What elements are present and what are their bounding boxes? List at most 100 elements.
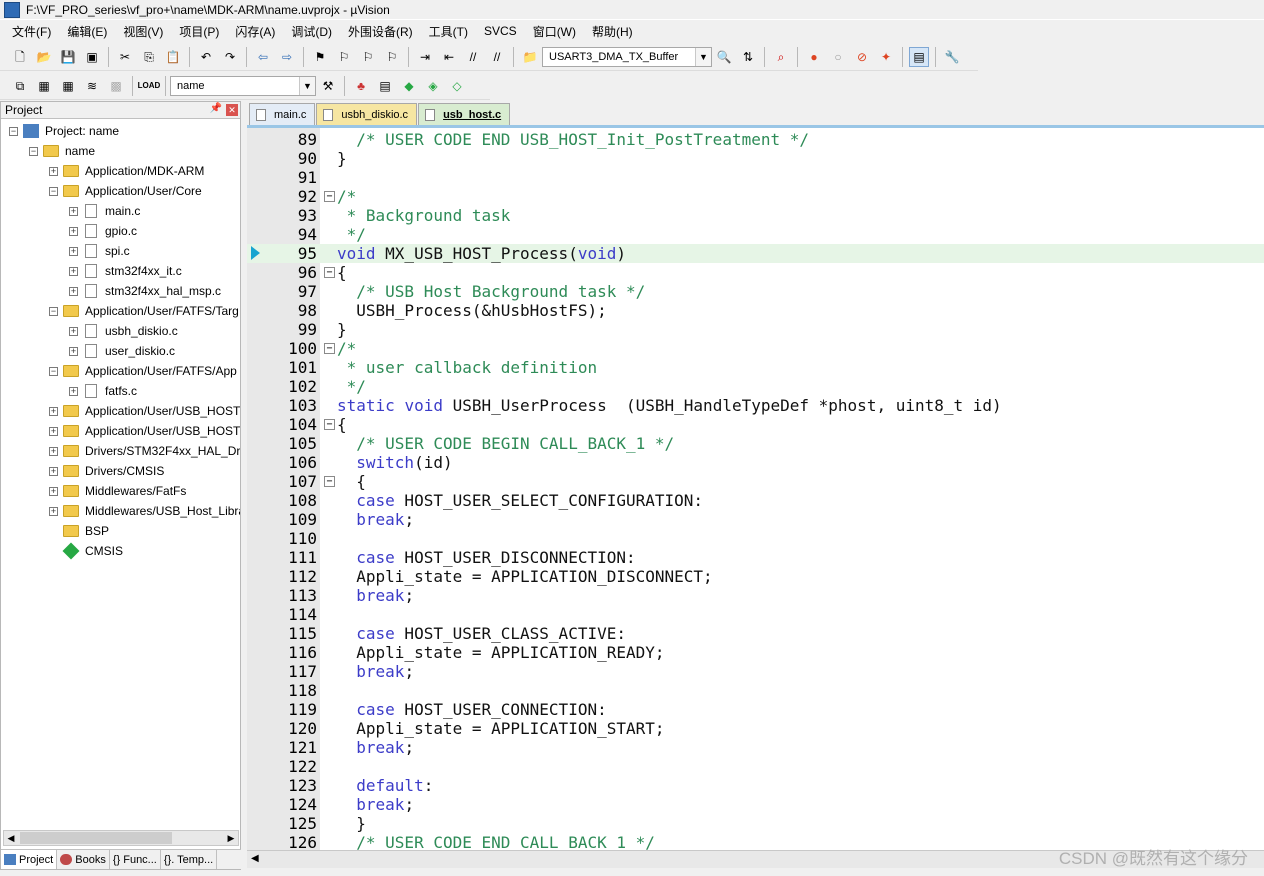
run-time-env-icon[interactable]: ◇ <box>447 76 467 96</box>
menu-file[interactable]: 文件(F) <box>4 23 59 40</box>
debug-session-icon[interactable]: ⌕ <box>771 47 791 67</box>
code-line[interactable]: 124 break; <box>247 795 1264 814</box>
breakpoint-disable-icon[interactable]: ○ <box>828 47 848 67</box>
expand-icon[interactable]: + <box>49 166 58 176</box>
fold-collapse-icon[interactable]: − <box>324 419 335 430</box>
expand-icon[interactable]: + <box>49 486 58 496</box>
code-line[interactable]: 101 * user callback definition <box>247 358 1264 377</box>
bookmark-prev-icon[interactable]: ⚐ <box>334 47 354 67</box>
cut-icon[interactable]: ✂ <box>115 47 135 67</box>
code-line[interactable]: 106 switch(id) <box>247 453 1264 472</box>
fold-collapse-icon[interactable]: − <box>324 476 335 487</box>
collapse-icon[interactable]: − <box>9 126 18 136</box>
redo-icon[interactable]: ↷ <box>220 47 240 67</box>
breakpoint-kill-all-icon[interactable]: ✦ <box>876 47 896 67</box>
tree-node[interactable]: + Application/MDK-ARM <box>49 161 204 181</box>
fold-collapse-icon[interactable]: − <box>324 267 335 278</box>
tree-node[interactable]: + gpio.c <box>69 221 137 241</box>
code-line[interactable]: 107− { <box>247 472 1264 491</box>
tree-node[interactable]: + Drivers/CMSIS <box>49 461 164 481</box>
pack-installer-icon[interactable]: ◈ <box>423 76 443 96</box>
code-line[interactable]: 90} <box>247 149 1264 168</box>
expand-icon[interactable]: + <box>49 446 58 456</box>
tree-node[interactable]: + usbh_diskio.c <box>69 321 178 341</box>
tree-node[interactable]: CMSIS <box>49 541 123 561</box>
menu-tools[interactable]: 工具(T) <box>421 23 476 40</box>
code-line[interactable]: 113 break; <box>247 586 1264 605</box>
expand-icon[interactable]: + <box>69 206 78 216</box>
code-line[interactable]: 103 static void USBH_UserProcess (USBH_Ha… <box>247 396 1264 415</box>
close-icon[interactable]: ✕ <box>226 104 238 116</box>
code-line[interactable]: 123 default: <box>247 776 1264 795</box>
stop-build-icon[interactable]: ▩ <box>106 76 126 96</box>
code-editor[interactable]: 89 /* USER CODE END USB_HOST_Init_PostTr… <box>247 125 1264 850</box>
tree-node[interactable]: + user_diskio.c <box>69 341 175 361</box>
find-in-files-icon[interactable]: 📁 <box>520 47 540 67</box>
code-line[interactable]: 97 /* USB Host Background task */ <box>247 282 1264 301</box>
incremental-find-icon[interactable]: ⇅ <box>738 47 758 67</box>
code-line[interactable]: 99} <box>247 320 1264 339</box>
code-line[interactable]: 95 void MX_USB_HOST_Process(void) <box>247 244 1264 263</box>
expand-icon[interactable]: + <box>69 326 78 336</box>
code-line[interactable]: 114 <box>247 605 1264 624</box>
batch-build-icon[interactable]: ≋ <box>82 76 102 96</box>
expand-icon[interactable]: + <box>69 246 78 256</box>
tree-node[interactable]: − Application/User/Core <box>49 181 202 201</box>
comment-icon[interactable]: // <box>463 47 483 67</box>
breakpoint-disable-all-icon[interactable]: ⊘ <box>852 47 872 67</box>
tree-node[interactable]: − Application/User/FATFS/Targ <box>49 301 239 321</box>
scroll-right-icon[interactable]: ▶ <box>224 831 238 845</box>
code-line[interactable]: 93 * Background task <box>247 206 1264 225</box>
menu-window[interactable]: 窗口(W) <box>525 23 584 40</box>
menu-project[interactable]: 项目(P) <box>171 23 227 40</box>
project-hscrollbar[interactable]: ◀ ▶ <box>3 830 239 846</box>
scroll-left-icon[interactable]: ◀ <box>4 831 18 845</box>
code-line[interactable]: 121 break; <box>247 738 1264 757</box>
code-line[interactable]: 111 case HOST_USER_DISCONNECTION: <box>247 548 1264 567</box>
tree-node[interactable]: BSP <box>49 521 109 541</box>
tree-node[interactable]: + stm32f4xx_it.c <box>69 261 182 281</box>
bookmark-toggle-icon[interactable]: ⚑ <box>310 47 330 67</box>
build-icon[interactable]: ▦ <box>34 76 54 96</box>
tab-templates[interactable]: {}. Temp... <box>161 850 218 869</box>
code-line[interactable]: 91 <box>247 168 1264 187</box>
code-line[interactable]: 105 /* USER CODE BEGIN CALL_BACK_1 */ <box>247 434 1264 453</box>
code-line[interactable]: 122 <box>247 757 1264 776</box>
new-file-icon[interactable]: 🗋 <box>10 47 30 67</box>
expand-icon[interactable]: + <box>69 266 78 276</box>
tab-books[interactable]: Books <box>57 850 110 869</box>
expand-icon[interactable]: + <box>69 226 78 236</box>
expand-icon[interactable]: + <box>69 286 78 296</box>
expand-icon[interactable]: + <box>69 346 78 356</box>
tree-node[interactable]: + Middlewares/FatFs <box>49 481 186 501</box>
code-line[interactable]: 96−{ <box>247 263 1264 282</box>
nav-back-icon[interactable]: ⇦ <box>253 47 273 67</box>
code-line[interactable]: 109 break; <box>247 510 1264 529</box>
chevron-down-icon[interactable]: ▼ <box>695 47 711 66</box>
uncomment-icon[interactable]: // <box>487 47 507 67</box>
expand-icon[interactable]: + <box>69 386 78 396</box>
pin-icon[interactable]: 📌 <box>210 103 222 114</box>
manage-project-items-icon[interactable]: ♣ <box>351 76 371 96</box>
scroll-left-icon[interactable]: ◀ <box>251 853 259 864</box>
download-load-icon[interactable]: LOAD <box>138 76 161 96</box>
menu-help[interactable]: 帮助(H) <box>584 23 641 40</box>
code-line[interactable]: 118 <box>247 681 1264 700</box>
code-line[interactable]: 119 case HOST_USER_CONNECTION: <box>247 700 1264 719</box>
code-line[interactable]: 117 break; <box>247 662 1264 681</box>
expand-icon[interactable]: + <box>49 406 58 416</box>
translate-icon[interactable]: ⧉ <box>10 76 30 96</box>
fold-collapse-icon[interactable]: − <box>324 343 335 354</box>
expand-icon[interactable]: + <box>49 426 58 436</box>
code-line[interactable]: 116 Appli_state = APPLICATION_READY; <box>247 643 1264 662</box>
collapse-icon[interactable]: − <box>49 306 58 316</box>
bookmark-next-icon[interactable]: ⚐ <box>358 47 378 67</box>
save-icon[interactable]: 💾 <box>58 47 78 67</box>
collapse-icon[interactable]: − <box>29 146 38 156</box>
target-combo[interactable]: USART3_DMA_TX_Buffer ▼ <box>542 46 712 67</box>
tree-node[interactable]: + Drivers/STM32F4xx_HAL_Driv <box>49 441 240 461</box>
code-line[interactable]: 94 */ <box>247 225 1264 244</box>
tree-node[interactable]: + fatfs.c <box>69 381 137 401</box>
configure-icon[interactable]: 🔧 <box>942 47 962 67</box>
collapse-icon[interactable]: − <box>49 186 58 196</box>
